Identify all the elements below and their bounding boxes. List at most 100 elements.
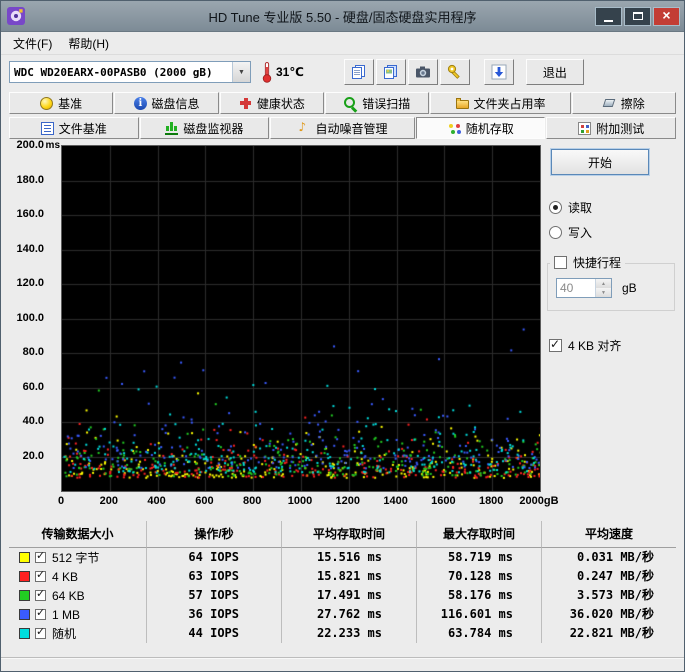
camera-icon	[415, 66, 430, 78]
max-access-random: 63.784 ms	[417, 624, 542, 643]
tab-disk-monitor[interactable]: 磁盘监视器	[139, 117, 270, 139]
iops-value-random: 44 IOPS	[147, 624, 282, 643]
results-table: 传输数据大小 操作/秒 平均存取时间 最大存取时间 平均速度 512 字节 64…	[9, 521, 676, 643]
tab-label: 自动噪音管理	[315, 121, 388, 136]
avg-access-512b: 15.516 ms	[282, 548, 417, 567]
random-dots-icon	[448, 122, 461, 135]
align-4kb-checkbox[interactable]	[549, 338, 562, 352]
x-tick-label: 0	[57, 495, 65, 507]
iops-value-4kb: 63 IOPS	[147, 567, 282, 586]
avg-speed-64kb: 3.573 MB/秒	[576, 588, 654, 602]
tab-folder-usage[interactable]: 文件夹占用率	[430, 92, 571, 114]
copy-image-icon	[383, 65, 397, 79]
y-axis: 200.0 180.0 160.0 140.0 120.0 100.0 80.0 60.0 40…	[9, 139, 61, 491]
window-controls	[595, 6, 680, 26]
tab-aam[interactable]: 自动噪音管理	[270, 117, 415, 139]
avg-access-1mb: 27.762 ms	[282, 605, 417, 624]
read-radio[interactable]	[549, 201, 562, 214]
series-color-swatch-512b	[19, 552, 30, 563]
capacity-input[interactable]: 40	[556, 278, 612, 298]
tab-erase[interactable]: 擦除	[571, 92, 676, 114]
series-label-4kb: 4 KB	[52, 569, 79, 584]
col-header-transfer-size: 传输数据大小	[9, 521, 147, 548]
menu-help[interactable]: 帮助(H)	[60, 33, 117, 54]
short-stroke-checkbox[interactable]	[554, 256, 567, 269]
copy-text-button[interactable]	[343, 59, 374, 85]
thermometer-icon	[261, 61, 273, 83]
start-button[interactable]: 开始	[551, 149, 649, 175]
col-header-avg-speed: 平均速度	[542, 521, 676, 548]
series-checkbox-1mb[interactable]	[35, 607, 46, 620]
x-tick-label: 600	[195, 495, 214, 507]
x-tick-label: 2000gB	[519, 495, 559, 507]
short-stroke-group: 快捷行程 40 gB	[547, 254, 675, 311]
tab-disk-info[interactable]: 磁盘信息	[114, 92, 219, 114]
tab-label: 随机存取	[465, 121, 514, 136]
write-radio[interactable]	[549, 226, 562, 239]
align-4kb-label: 4 KB 对齐	[568, 339, 622, 353]
disk-monitor-bars-icon	[165, 121, 179, 135]
tab-extra-tests[interactable]: 附加测试	[546, 117, 677, 139]
tab-strip-row2: 文件基准 磁盘监视器 自动噪音管理 随机存取 附加测试	[9, 117, 677, 139]
tab-label: 磁盘监视器	[183, 121, 244, 136]
file-benchmark-icon	[40, 121, 54, 135]
avg-speed-random: 22.821 MB/秒	[569, 626, 654, 640]
tab-benchmark[interactable]: 基准	[9, 92, 114, 114]
avg-speed-4kb: 0.247 MB/秒	[576, 569, 654, 583]
tab-health[interactable]: 健康状态	[219, 92, 325, 114]
x-tick-label: 400	[147, 495, 166, 507]
series-checkbox-random[interactable]	[35, 626, 46, 639]
test-controls: 开始 读取 写入 快捷行程 40 ▲ ▼ gB ✓ 4 KB 对齐	[547, 149, 678, 354]
drive-select[interactable]: WDC WD20EARX-00PASB0 (2000 gB)	[9, 61, 251, 83]
spin-up-button[interactable]	[596, 279, 611, 288]
capacity-row: 40 gB	[556, 278, 666, 298]
series-checkbox-512b[interactable]	[35, 550, 46, 563]
bottom-divider	[1, 657, 684, 659]
col-header-iops: 操作/秒	[147, 521, 282, 548]
minimize-button[interactable]	[595, 6, 622, 26]
iops-value-64kb: 57 IOPS	[147, 586, 282, 605]
x-tick-label: 1800	[478, 495, 504, 507]
tab-label: 错误扫描	[362, 96, 411, 111]
series-row-random: 随机	[9, 624, 147, 643]
tab-label: 文件夹占用率	[473, 96, 546, 111]
y-tick-label: 140.0	[16, 242, 44, 255]
toolbar-button-group	[343, 59, 470, 85]
options-button[interactable]	[439, 59, 470, 85]
series-checkbox-4kb[interactable]	[35, 569, 46, 582]
screenshot-button[interactable]	[407, 59, 438, 85]
tab-error-scan[interactable]: 错误扫描	[325, 92, 430, 114]
close-button[interactable]	[653, 6, 680, 26]
copy-image-button[interactable]	[375, 59, 406, 85]
capacity-spinner	[595, 279, 611, 297]
short-stroke-option: 快捷行程	[550, 254, 626, 271]
series-row-64kb: 64 KB	[9, 586, 147, 605]
drive-select-value: WDC WD20EARX-00PASB0 (2000 gB)	[14, 65, 213, 79]
x-tick-label: 1400	[383, 495, 408, 507]
save-results-button[interactable]	[483, 59, 514, 85]
spin-down-button[interactable]	[596, 288, 611, 297]
x-axis: 0 200 400 600 800 1000 1200 1400 1600 1800 2000gB	[57, 495, 559, 511]
tab-label: 健康状态	[256, 96, 305, 111]
health-cross-icon	[239, 97, 252, 110]
series-label-512b: 512 字节	[52, 551, 100, 565]
exit-button[interactable]: 退出	[525, 59, 584, 85]
temperature-value: 31℃	[276, 65, 304, 79]
tab-file-benchmark[interactable]: 文件基准	[9, 117, 139, 139]
tab-label: 文件基准	[58, 121, 107, 136]
y-tick-label: 40.0	[22, 415, 44, 427]
folder-icon	[455, 97, 469, 109]
series-label-64kb: 64 KB	[52, 588, 85, 603]
avg-access-random: 22.233 ms	[282, 624, 417, 643]
chevron-down-icon[interactable]	[232, 62, 250, 82]
menu-file[interactable]: 文件(F)	[5, 33, 60, 54]
x-tick-label: 1200	[335, 495, 361, 507]
maximize-button[interactable]	[624, 6, 651, 26]
series-checkbox-64kb[interactable]	[35, 588, 46, 601]
tab-random-access[interactable]: 随机存取	[415, 117, 546, 139]
extra-tests-icon	[578, 121, 592, 135]
y-tick-label: 60.0	[22, 380, 44, 393]
y-tick-label: 80.0	[22, 346, 44, 358]
series-color-swatch-4kb	[19, 571, 30, 582]
series-row-512b: 512 字节	[9, 548, 147, 567]
